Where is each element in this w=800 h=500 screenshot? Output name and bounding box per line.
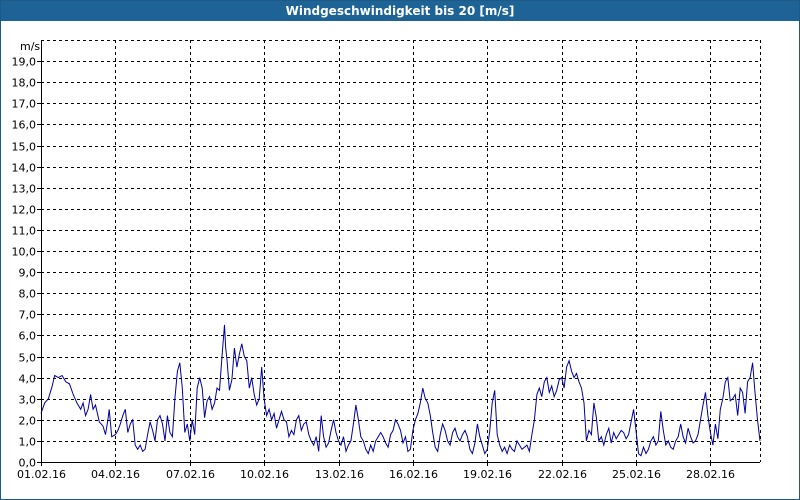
y-tick-label: 4,0 [19, 373, 37, 386]
x-tick-label: 28.02.16 [686, 468, 735, 481]
x-tick-label: 07.02.16 [166, 468, 215, 481]
x-tick-label: 22.02.16 [538, 468, 587, 481]
y-tick-label: 2,0 [19, 415, 37, 428]
y-tick-label: 9,0 [19, 267, 37, 280]
x-tick-label: 19.02.16 [463, 468, 512, 481]
y-tick-label: 19,0 [12, 56, 37, 69]
x-tick-label: 16.02.16 [389, 468, 438, 481]
y-tick-label: 14,0 [12, 162, 37, 175]
y-tick-label: 15,0 [12, 141, 37, 154]
x-tick-label: 25.02.16 [612, 468, 661, 481]
grid-lines [41, 40, 761, 462]
x-tick-label: 13.02.16 [315, 468, 364, 481]
wind-speed-series-line [40, 324, 761, 457]
y-tick-label: 10,0 [12, 246, 37, 259]
y-tick-label: 17,0 [12, 98, 37, 111]
y-tick-label: 5,0 [19, 352, 37, 365]
y-tick-label: 12,0 [12, 204, 37, 217]
y-tick-label: 11,0 [12, 225, 37, 238]
y-tick-label: 18,0 [12, 77, 37, 90]
y-tick-label: 3,0 [19, 394, 37, 407]
y-tick-label: 13,0 [12, 183, 37, 196]
x-tick-label: 01.02.16 [17, 468, 66, 481]
y-tick-label: 7,0 [19, 309, 37, 322]
x-tick-label: 04.02.16 [91, 468, 140, 481]
y-tick-label: 1,0 [19, 436, 37, 449]
y-tick-label: 6,0 [19, 330, 37, 343]
x-tick-label: 10.02.16 [240, 468, 289, 481]
y-tick-label: 16,0 [12, 119, 37, 132]
y-axis-unit-label: m/s [20, 40, 40, 53]
x-tick-labels: 01.02.16 04.02.16 07.02.16 10.02.16 13.02.16… [17, 468, 735, 481]
y-tick-labels: 0,01,02,03,04,05,06,07,08,09,010,011,012… [12, 56, 37, 470]
y-tick-label: 8,0 [19, 288, 37, 301]
wind-speed-chart: m/s 0,01,02,03,04,05,06,07,08,09,010,011… [12, 40, 761, 481]
